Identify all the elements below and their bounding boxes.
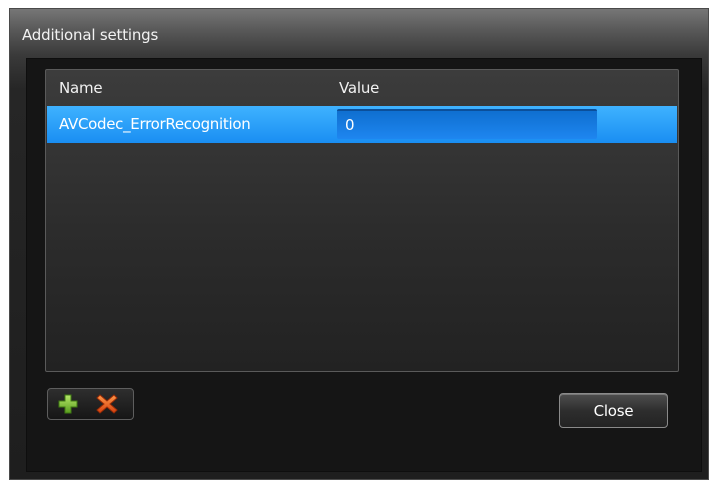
close-button[interactable]: Close (559, 393, 668, 428)
remove-setting-button[interactable] (95, 393, 119, 415)
dialog-title: Additional settings (22, 26, 159, 44)
add-setting-button[interactable] (56, 393, 80, 415)
setting-name-cell[interactable]: AVCodec_ErrorRecognition (59, 117, 251, 132)
setting-value-text: 0 (345, 116, 355, 134)
settings-grid[interactable]: Name Value AVCodec_ErrorRecognition 0 (45, 69, 679, 372)
table-row[interactable]: AVCodec_ErrorRecognition 0 (47, 106, 677, 143)
setting-value-input[interactable]: 0 (337, 109, 597, 139)
x-icon (96, 394, 118, 414)
column-header-name[interactable]: Name (59, 81, 103, 96)
plus-icon (58, 394, 78, 414)
column-header-value[interactable]: Value (339, 81, 379, 96)
add-remove-toolbar (47, 388, 134, 420)
grid-header: Name Value (46, 70, 678, 106)
